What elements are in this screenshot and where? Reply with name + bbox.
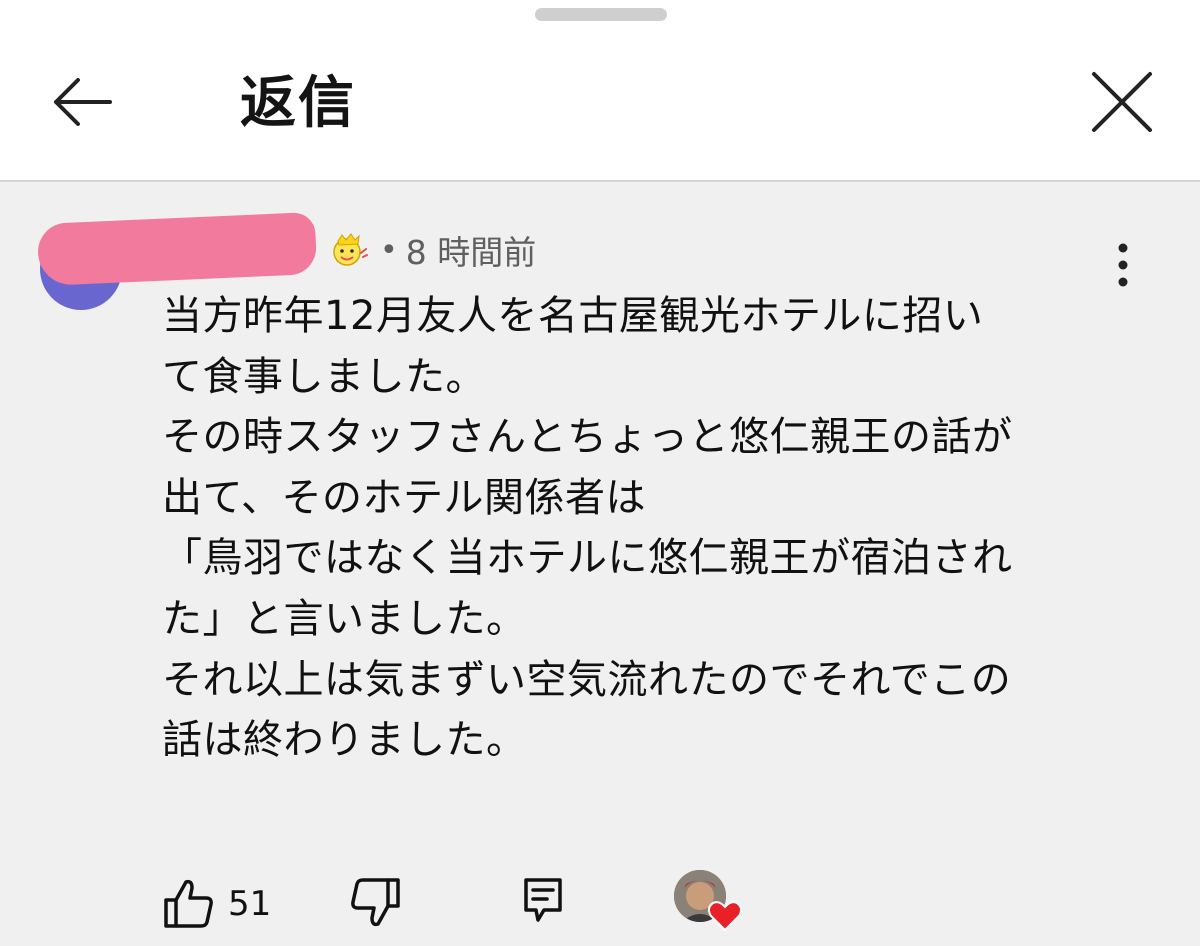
close-icon[interactable] — [1086, 66, 1158, 138]
comment-line: 「鳥羽ではなく当ホテルに悠仁親王が宿泊され — [162, 535, 1013, 582]
like-count: 51 — [228, 884, 272, 924]
comment-line: それ以上は気まずい空気流れたのでそれでこの — [162, 656, 1012, 703]
comment-line: 当方昨年12月友人を名古屋観光ホテルに招い — [162, 293, 984, 339]
reply-icon[interactable] — [520, 876, 566, 926]
comment: • 8 時間前 当方昨年12月友人を名古屋観光ホテルに招い て食事しました。 そ… — [0, 184, 1200, 946]
creator-heart[interactable] — [674, 870, 746, 938]
comment-meta: • 8 時間前 — [330, 228, 536, 272]
member-badge-icon — [333, 233, 368, 266]
heart-icon — [708, 901, 742, 932]
comment-line: 話は終わりました。 — [162, 717, 527, 764]
thumbs-up-icon[interactable] — [162, 876, 216, 930]
comment-body: 当方昨年12月友人を名古屋観光ホテルに招い て食事しました。 その時スタッフさん… — [162, 286, 1127, 771]
back-arrow-icon[interactable] — [48, 68, 116, 136]
comment-line: 出て、そのホテル関係者は — [162, 474, 646, 521]
meta-separator: • — [380, 232, 398, 268]
thumbs-down-icon[interactable] — [348, 876, 402, 930]
page-title: 返信 — [240, 71, 356, 136]
author-name-redaction — [36, 211, 318, 287]
sheet-header: 返信 — [0, 0, 1200, 182]
more-options-icon[interactable] — [1100, 238, 1146, 292]
comment-time: 8 時間前 — [405, 233, 537, 272]
reply-sheet: 返信 • 8 時間前 当方昨年12月友人を名古屋観光ホテルに招い て食事しました… — [0, 0, 1200, 946]
comment-line: その時スタッフさんとちょっと悠仁親王の話が — [162, 414, 1013, 461]
comment-line: て食事しました。 — [162, 353, 486, 400]
comment-actions: 51 — [0, 870, 1200, 936]
comment-line: た」と言いました。 — [162, 595, 527, 642]
drag-handle[interactable] — [535, 8, 667, 21]
